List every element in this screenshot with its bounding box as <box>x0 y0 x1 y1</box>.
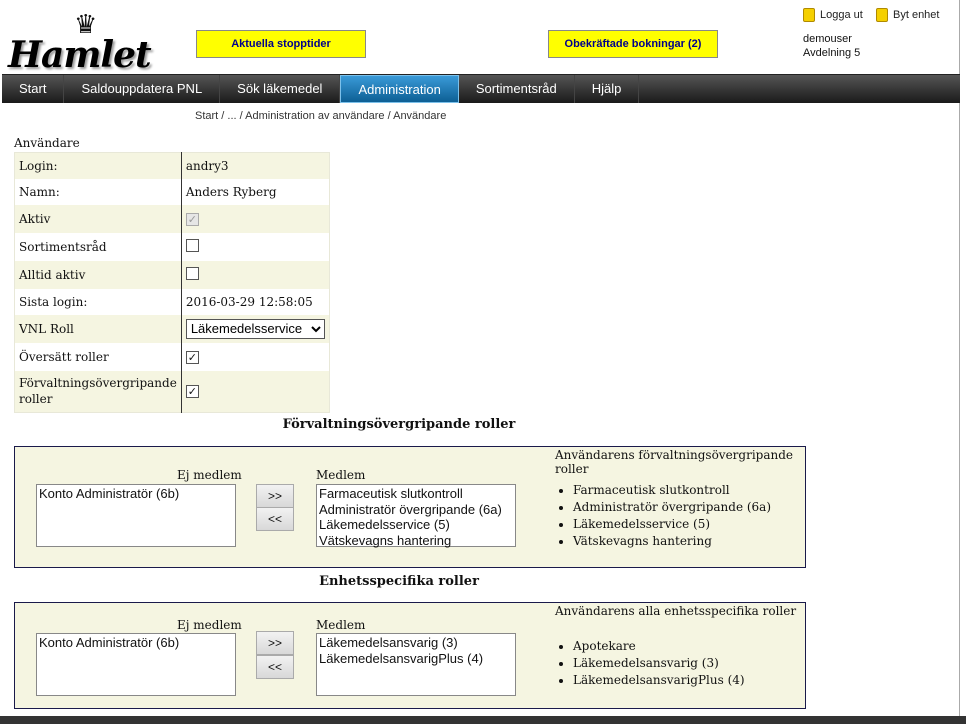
switch-unit-label: Byt enhet <box>893 9 940 21</box>
username: demouser <box>803 33 852 45</box>
list-item: Apotekare <box>573 638 745 655</box>
list-item: Administratör övergripande (6a) <box>573 499 771 516</box>
list-item[interactable]: Administratör övergripande (6a) <box>319 502 513 518</box>
page-border <box>959 0 960 716</box>
summary-title: Användarens förvaltningsövergripande rol… <box>555 448 794 476</box>
unit-roles-panel: Ej medlem Medlem Konto Administratör (6b… <box>14 602 806 709</box>
list-item: Läkemedelsservice (5) <box>573 516 771 533</box>
cross-roles-label: Förvaltningsövergripande roller <box>14 370 182 413</box>
member-listbox[interactable]: Läkemedelsansvarig (3) Läkemedelsansvari… <box>316 633 516 696</box>
list-item[interactable]: LäkemedelsansvarigPlus (4) <box>319 651 513 667</box>
user-form: Login: andry3 Namn: Anders Ryberg Aktiv ✓ S… <box>14 152 330 413</box>
translate-roles-checkbox[interactable]: ✓ <box>185 350 199 364</box>
unit-roles-heading: Enhetsspecifika roller <box>319 574 479 589</box>
current-stop-times-button[interactable]: Aktuella stopptider <box>196 30 366 58</box>
section-title: Användare <box>14 136 80 150</box>
add-role-button[interactable]: >> <box>256 631 294 655</box>
active-label: Aktiv <box>14 204 182 233</box>
logout-link[interactable]: Logga ut <box>803 8 863 22</box>
unit-name: Avdelning 5 <box>803 47 861 59</box>
list-item[interactable]: Läkemedelsansvarig (3) <box>319 635 513 651</box>
cross-roles-panel: Ej medlem Medlem Konto Administratör (6b… <box>14 446 806 568</box>
remove-role-button[interactable]: << <box>256 655 294 679</box>
tab-sok-lakemedel[interactable]: Sök läkemedel <box>220 75 341 103</box>
member-listbox[interactable]: Farmaceutisk slutkontroll Administratör … <box>316 484 516 549</box>
list-item[interactable]: Vätskevagns hantering <box>319 533 513 549</box>
non-member-label: Ej medlem <box>177 468 242 482</box>
last-login-value: 2016-03-29 12:58:05 <box>185 294 313 309</box>
add-role-button[interactable]: >> <box>256 484 294 508</box>
non-member-listbox[interactable]: Konto Administratör (6b) <box>36 633 236 696</box>
sortimentsrad-checkbox[interactable] <box>185 238 199 252</box>
tab-hjalp[interactable]: Hjälp <box>575 75 640 103</box>
name-label: Namn: <box>14 178 182 205</box>
non-member-listbox[interactable]: Konto Administratör (6b) <box>36 484 236 547</box>
tab-administration[interactable]: Administration <box>340 75 459 103</box>
name-value: Anders Ryberg <box>185 184 277 199</box>
tab-sortimentsrad[interactable]: Sortimentsråd <box>459 75 575 103</box>
cross-roles-heading: Förvaltningsövergripande roller <box>282 417 516 432</box>
list-item[interactable]: Farmaceutisk slutkontroll <box>319 486 513 502</box>
list-item[interactable]: Konto Administratör (6b) <box>39 486 233 502</box>
summary-list: Apotekare Läkemedelsansvarig (3) Läkemed… <box>573 638 745 689</box>
user-info: demouser Avdelning 5 <box>803 32 860 60</box>
list-item: LäkemedelsansvarigPlus (4) <box>573 672 745 689</box>
list-item: Läkemedelsansvarig (3) <box>573 655 745 672</box>
summary-title: Användarens alla enhetsspecifika roller <box>555 604 797 618</box>
tab-start[interactable]: Start <box>2 75 65 103</box>
unconfirmed-bookings-button[interactable]: Obekräftade bokningar (2) <box>548 30 718 58</box>
footer-bar <box>0 716 966 724</box>
list-item[interactable]: Läkemedelsservice (5) <box>319 517 513 533</box>
login-value: andry3 <box>185 158 229 173</box>
lock-icon <box>876 8 888 22</box>
last-login-label: Sista login: <box>14 288 182 315</box>
switch-unit-link[interactable]: Byt enhet <box>876 8 939 22</box>
login-label: Login: <box>14 152 182 179</box>
list-item: Farmaceutisk slutkontroll <box>573 482 771 499</box>
member-label: Medlem <box>316 618 366 632</box>
member-label: Medlem <box>316 468 366 482</box>
active-checkbox: ✓ <box>185 212 199 226</box>
hamlet-logo[interactable]: ♛ Hamlet <box>8 12 156 76</box>
main-nav: Start Saldouppdatera PNL Sök läkemedel A… <box>2 74 960 103</box>
logo-text: Hamlet <box>8 34 152 76</box>
vnl-role-select[interactable]: Läkemedelsservice <box>185 318 325 339</box>
sortimentsrad-label: Sortimentsråd <box>14 232 182 261</box>
translate-roles-label: Översätt roller <box>14 342 182 371</box>
lock-icon <box>803 8 815 22</box>
non-member-label: Ej medlem <box>177 618 242 632</box>
cross-roles-checkbox[interactable]: ✓ <box>185 385 199 399</box>
vnl-role-label: VNL Roll <box>14 314 182 343</box>
list-item[interactable]: Konto Administratör (6b) <box>39 635 233 651</box>
logout-label: Logga ut <box>820 9 863 21</box>
summary-list: Farmaceutisk slutkontroll Administratör … <box>573 482 771 550</box>
always-active-checkbox[interactable] <box>185 266 199 280</box>
tab-saldouppdatera[interactable]: Saldouppdatera PNL <box>64 75 221 103</box>
breadcrumb: Start / ... / Administration av användar… <box>195 110 447 122</box>
remove-role-button[interactable]: << <box>256 507 294 531</box>
list-item: Vätskevagns hantering <box>573 533 771 550</box>
always-active-label: Alltid aktiv <box>14 260 182 289</box>
